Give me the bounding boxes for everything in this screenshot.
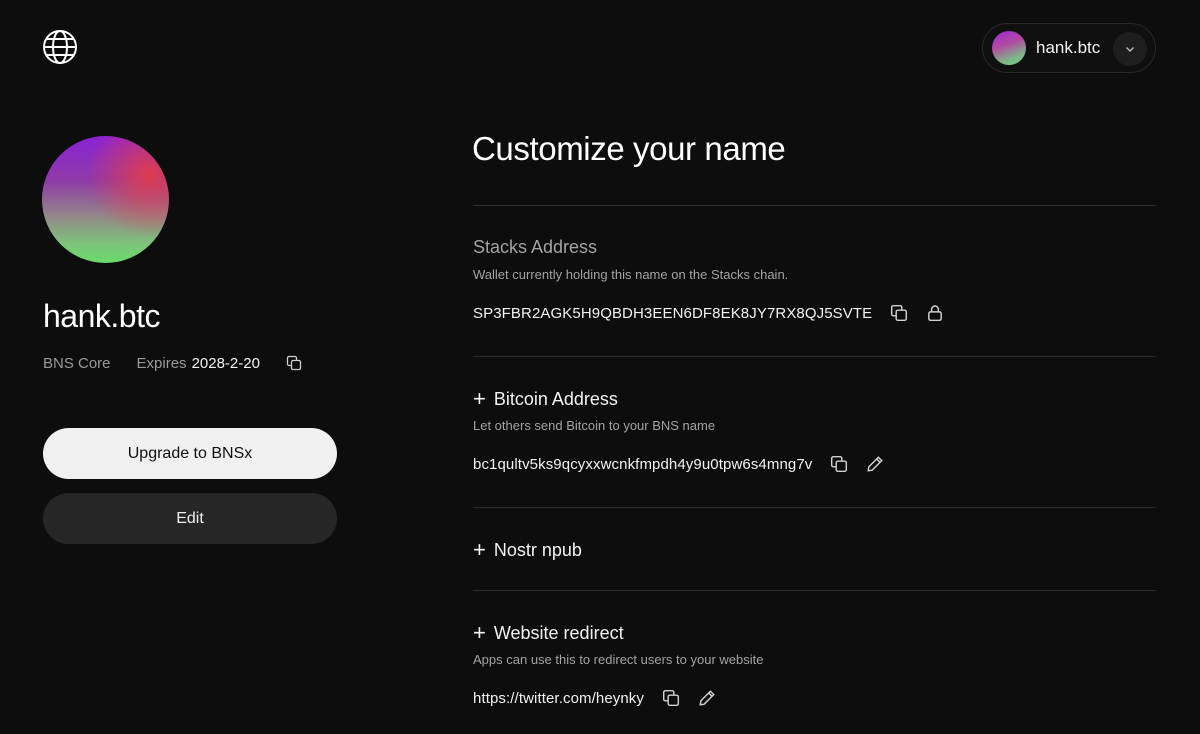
divider	[473, 205, 1156, 206]
section-title-website-redirect[interactable]: + Website redirect	[473, 622, 624, 644]
profile-name: hank.btc	[43, 298, 160, 334]
divider	[473, 590, 1156, 591]
expires-value: 2028-2-20	[191, 354, 260, 372]
website-redirect-row: https://twitter.com/heynky	[473, 689, 716, 707]
namespace-label: BNS Core	[43, 354, 111, 372]
pencil-icon[interactable]	[698, 689, 716, 707]
stacks-address-row: SP3FBR2AGK5H9QBDH3EEN6DF8EK8JY7RX8QJ5SVT…	[473, 304, 944, 322]
stacks-address-value: SP3FBR2AGK5H9QBDH3EEN6DF8EK8JY7RX8QJ5SVT…	[473, 304, 873, 322]
account-name: hank.btc	[1036, 38, 1101, 57]
section-description: Apps can use this to redirect users to y…	[473, 652, 764, 667]
page: hank.btc hank.btc BNS Core Expires 2028-…	[0, 0, 1200, 734]
account-menu-button[interactable]: hank.btc	[982, 23, 1156, 73]
lock-icon	[926, 304, 944, 322]
copy-icon[interactable]	[662, 689, 680, 707]
section-description: Let others send Bitcoin to your BNS name	[473, 418, 716, 433]
chevron-down-icon[interactable]	[1113, 32, 1147, 66]
section-label: Website redirect	[493, 622, 624, 643]
section-label: Bitcoin Address	[493, 388, 618, 409]
expires-label: Expires	[136, 354, 187, 372]
profile-avatar	[42, 136, 169, 263]
bitcoin-address-row: bc1qultv5ks9qcyxxwcnkfmpdh4y9u0tpw6s4mng…	[473, 455, 884, 473]
section-label: Nostr npub	[493, 539, 582, 560]
plus-icon[interactable]: +	[473, 622, 486, 644]
copy-icon[interactable]	[830, 455, 848, 473]
section-title-bitcoin-address[interactable]: + Bitcoin Address	[473, 388, 618, 410]
divider	[473, 507, 1156, 508]
copy-icon[interactable]	[286, 355, 302, 371]
edit-button[interactable]: Edit	[43, 493, 337, 544]
website-redirect-value: https://twitter.com/heynky	[473, 689, 644, 707]
page-title: Customize your name	[472, 130, 786, 167]
divider	[473, 356, 1156, 357]
globe-icon[interactable]	[42, 29, 78, 65]
profile-meta: BNS Core Expires 2028-2-20	[43, 352, 302, 374]
plus-icon[interactable]: +	[473, 388, 486, 410]
avatar	[992, 31, 1026, 65]
pencil-icon[interactable]	[866, 455, 884, 473]
plus-icon[interactable]: +	[473, 539, 486, 561]
section-label: Stacks Address	[473, 237, 598, 257]
bitcoin-address-value: bc1qultv5ks9qcyxxwcnkfmpdh4y9u0tpw6s4mng…	[473, 455, 813, 473]
section-title-stacks-address: Stacks Address	[473, 237, 597, 258]
section-title-nostr-npub[interactable]: + Nostr npub	[473, 539, 582, 561]
copy-icon[interactable]	[890, 304, 908, 322]
section-description: Wallet currently holding this name on th…	[473, 267, 789, 282]
upgrade-button[interactable]: Upgrade to BNSx	[43, 428, 337, 479]
